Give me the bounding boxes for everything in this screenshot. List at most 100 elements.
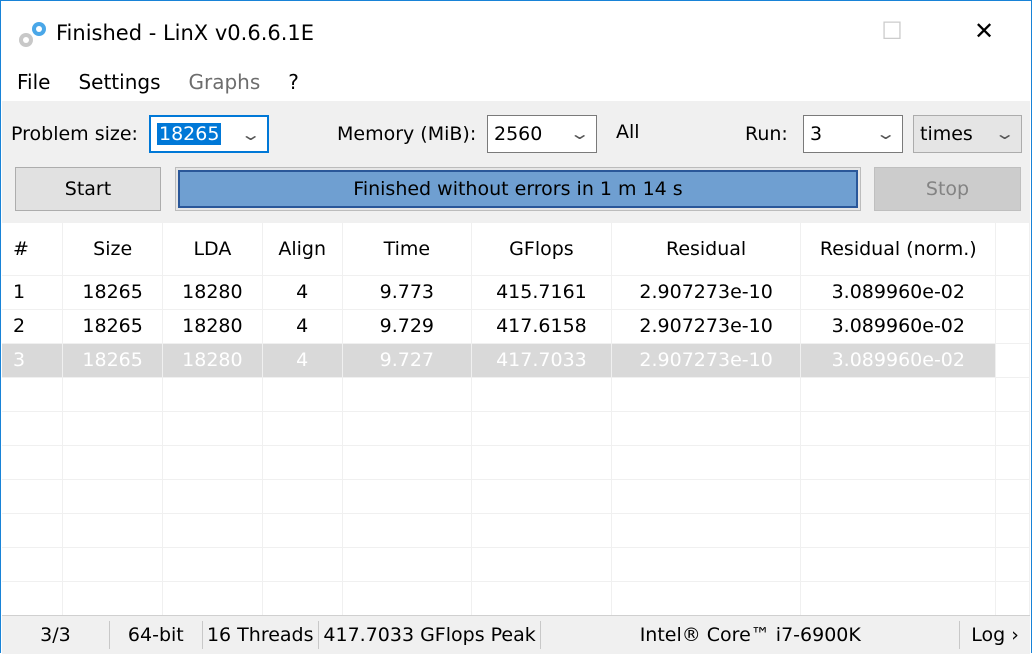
status-bar: 3/3 64-bit 16 Threads 417.7033 GFlops Pe… bbox=[2, 615, 1030, 654]
table-cell: 18280 bbox=[162, 343, 263, 378]
table-cell bbox=[262, 513, 343, 548]
column-header[interactable]: GFlops bbox=[471, 223, 612, 276]
log-button[interactable]: Log › bbox=[960, 621, 1030, 649]
table-cell bbox=[342, 411, 473, 446]
all-link[interactable]: All bbox=[616, 121, 640, 143]
progress-fill: Finished without errors in 1 m 14 s bbox=[178, 170, 858, 208]
table-row bbox=[2, 411, 1030, 446]
table-cell bbox=[995, 581, 1030, 615]
toolbar: Problem size: 18265 ⌄ Memory (MiB): 2560… bbox=[2, 101, 1030, 223]
app-window: Finished - LinX v0.6.6.1E ☐ ✕ File Setti… bbox=[0, 0, 1032, 654]
table-cell: 18280 bbox=[162, 275, 263, 310]
menu-graphs: Graphs bbox=[188, 70, 261, 94]
table-cell bbox=[262, 377, 343, 412]
table-cell bbox=[162, 479, 263, 514]
table-cell bbox=[162, 547, 263, 582]
table-cell: 3.089960e-02 bbox=[800, 275, 997, 310]
table-cell bbox=[995, 547, 1030, 582]
table-cell bbox=[611, 581, 802, 615]
status-cpu: Intel® Core™ i7-6900K bbox=[541, 621, 961, 649]
table-cell: 18265 bbox=[62, 343, 164, 378]
problem-size-value: 18265 bbox=[157, 123, 222, 145]
table-cell bbox=[262, 547, 343, 582]
table-cell bbox=[471, 411, 612, 446]
table-cell bbox=[800, 445, 997, 480]
table-cell bbox=[611, 479, 802, 514]
table-cell bbox=[62, 479, 164, 514]
run-label: Run: bbox=[745, 123, 788, 145]
status-peak: 417.7033 GFlops Peak bbox=[319, 621, 542, 649]
table-cell bbox=[995, 445, 1030, 480]
table-row bbox=[2, 445, 1030, 480]
table-cell bbox=[62, 377, 164, 412]
table-cell bbox=[995, 309, 1030, 344]
table-cell bbox=[62, 411, 164, 446]
start-button[interactable]: Start bbox=[15, 167, 161, 211]
table-cell: 2.907273e-10 bbox=[611, 343, 802, 378]
table-cell bbox=[995, 513, 1030, 548]
table-cell: 1 bbox=[2, 275, 64, 310]
memory-combo[interactable]: 2560 ⌄ bbox=[487, 115, 597, 153]
table-cell: 2.907273e-10 bbox=[611, 275, 802, 310]
menu-settings[interactable]: Settings bbox=[78, 70, 160, 94]
table-cell bbox=[995, 479, 1030, 514]
table-cell: 4 bbox=[262, 343, 343, 378]
column-header-empty bbox=[995, 223, 1030, 276]
table-cell bbox=[471, 547, 612, 582]
run-count-combo[interactable]: 3 ⌄ bbox=[803, 115, 903, 153]
chevron-down-icon: ⌄ bbox=[568, 124, 591, 143]
table-cell bbox=[995, 411, 1030, 446]
gears-icon bbox=[19, 22, 46, 47]
column-header[interactable]: LDA bbox=[162, 223, 263, 276]
minimize-button[interactable] bbox=[777, 11, 823, 51]
table-cell: 415.7161 bbox=[471, 275, 612, 310]
table-cell bbox=[611, 513, 802, 548]
run-count-value: 3 bbox=[810, 123, 823, 145]
run-unit-combo[interactable]: times ⌄ bbox=[913, 115, 1022, 153]
table-row[interactable]: 3 18265 18280 4 9.727 417.7033 2.907273e-10 3.0… bbox=[2, 343, 1030, 378]
column-header[interactable]: Residual bbox=[611, 223, 802, 276]
table-cell bbox=[800, 377, 997, 412]
table-cell bbox=[471, 581, 612, 615]
memory-label: Memory (MiB): bbox=[337, 123, 477, 145]
menu-help[interactable]: ? bbox=[288, 70, 299, 94]
title-bar: Finished - LinX v0.6.6.1E ☐ ✕ bbox=[1, 1, 1031, 63]
table-cell bbox=[800, 411, 997, 446]
table-cell: 18265 bbox=[62, 309, 164, 344]
column-header[interactable]: Size bbox=[62, 223, 164, 276]
problem-size-combo[interactable]: 18265 ⌄ bbox=[149, 115, 269, 153]
run-unit-value: times bbox=[920, 123, 973, 145]
table-cell bbox=[162, 513, 263, 548]
table-row[interactable]: 2 18265 18280 4 9.729 417.6158 2.907273e-10 3.0… bbox=[2, 309, 1030, 344]
memory-value: 2560 bbox=[494, 123, 543, 145]
column-header[interactable]: Align bbox=[262, 223, 343, 276]
menu-file[interactable]: File bbox=[17, 70, 50, 94]
maximize-button[interactable]: ☐ bbox=[869, 11, 915, 51]
column-header[interactable]: # bbox=[2, 223, 64, 276]
table-cell bbox=[342, 377, 473, 412]
table-cell bbox=[995, 275, 1030, 310]
table-cell bbox=[471, 513, 612, 548]
close-button[interactable]: ✕ bbox=[961, 11, 1007, 51]
table-cell: 4 bbox=[262, 275, 343, 310]
table-row bbox=[2, 581, 1030, 615]
table-cell bbox=[262, 581, 343, 615]
table-cell bbox=[471, 479, 612, 514]
column-header[interactable]: Residual (norm.) bbox=[800, 223, 997, 276]
table-cell bbox=[262, 445, 343, 480]
table-cell: 4 bbox=[262, 309, 343, 344]
table-cell: 2 bbox=[2, 309, 64, 344]
results-table: # Size LDA Align Time GFlops Residual Residual … bbox=[2, 223, 1030, 615]
table-cell: 9.773 bbox=[342, 275, 473, 310]
table-cell bbox=[471, 445, 612, 480]
table-cell bbox=[162, 411, 263, 446]
table-cell bbox=[342, 581, 473, 615]
column-header[interactable]: Time bbox=[342, 223, 473, 276]
table-row[interactable]: 1 18265 18280 4 9.773 415.7161 2.907273e-10 3.0… bbox=[2, 275, 1030, 310]
table-cell bbox=[2, 377, 64, 412]
table-cell: 3 bbox=[2, 343, 64, 378]
status-threads: 16 Threads bbox=[203, 621, 319, 649]
chevron-down-icon: ⌄ bbox=[874, 124, 897, 143]
table-cell bbox=[62, 547, 164, 582]
problem-size-label: Problem size: bbox=[11, 123, 138, 145]
